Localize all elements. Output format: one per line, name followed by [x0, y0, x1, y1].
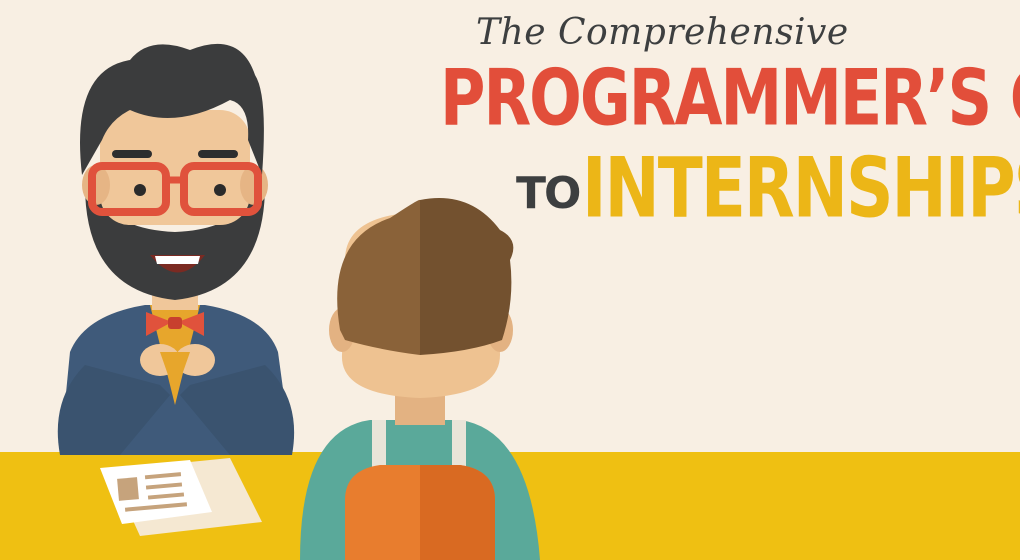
candidate-figure: [300, 198, 540, 560]
hero-banner: The Comprehensive PROGRAMMER’S GUIDE TO …: [0, 0, 1020, 560]
interviewer-figure: [57, 43, 295, 455]
title-main: PROGRAMMER’S GUIDE: [440, 52, 1020, 144]
title-emphasis: INTERNSHIPS: [582, 140, 1020, 237]
title-connector: TO: [516, 168, 581, 219]
candidate-hair: [337, 199, 420, 355]
title-subheading: The Comprehensive: [476, 12, 849, 53]
